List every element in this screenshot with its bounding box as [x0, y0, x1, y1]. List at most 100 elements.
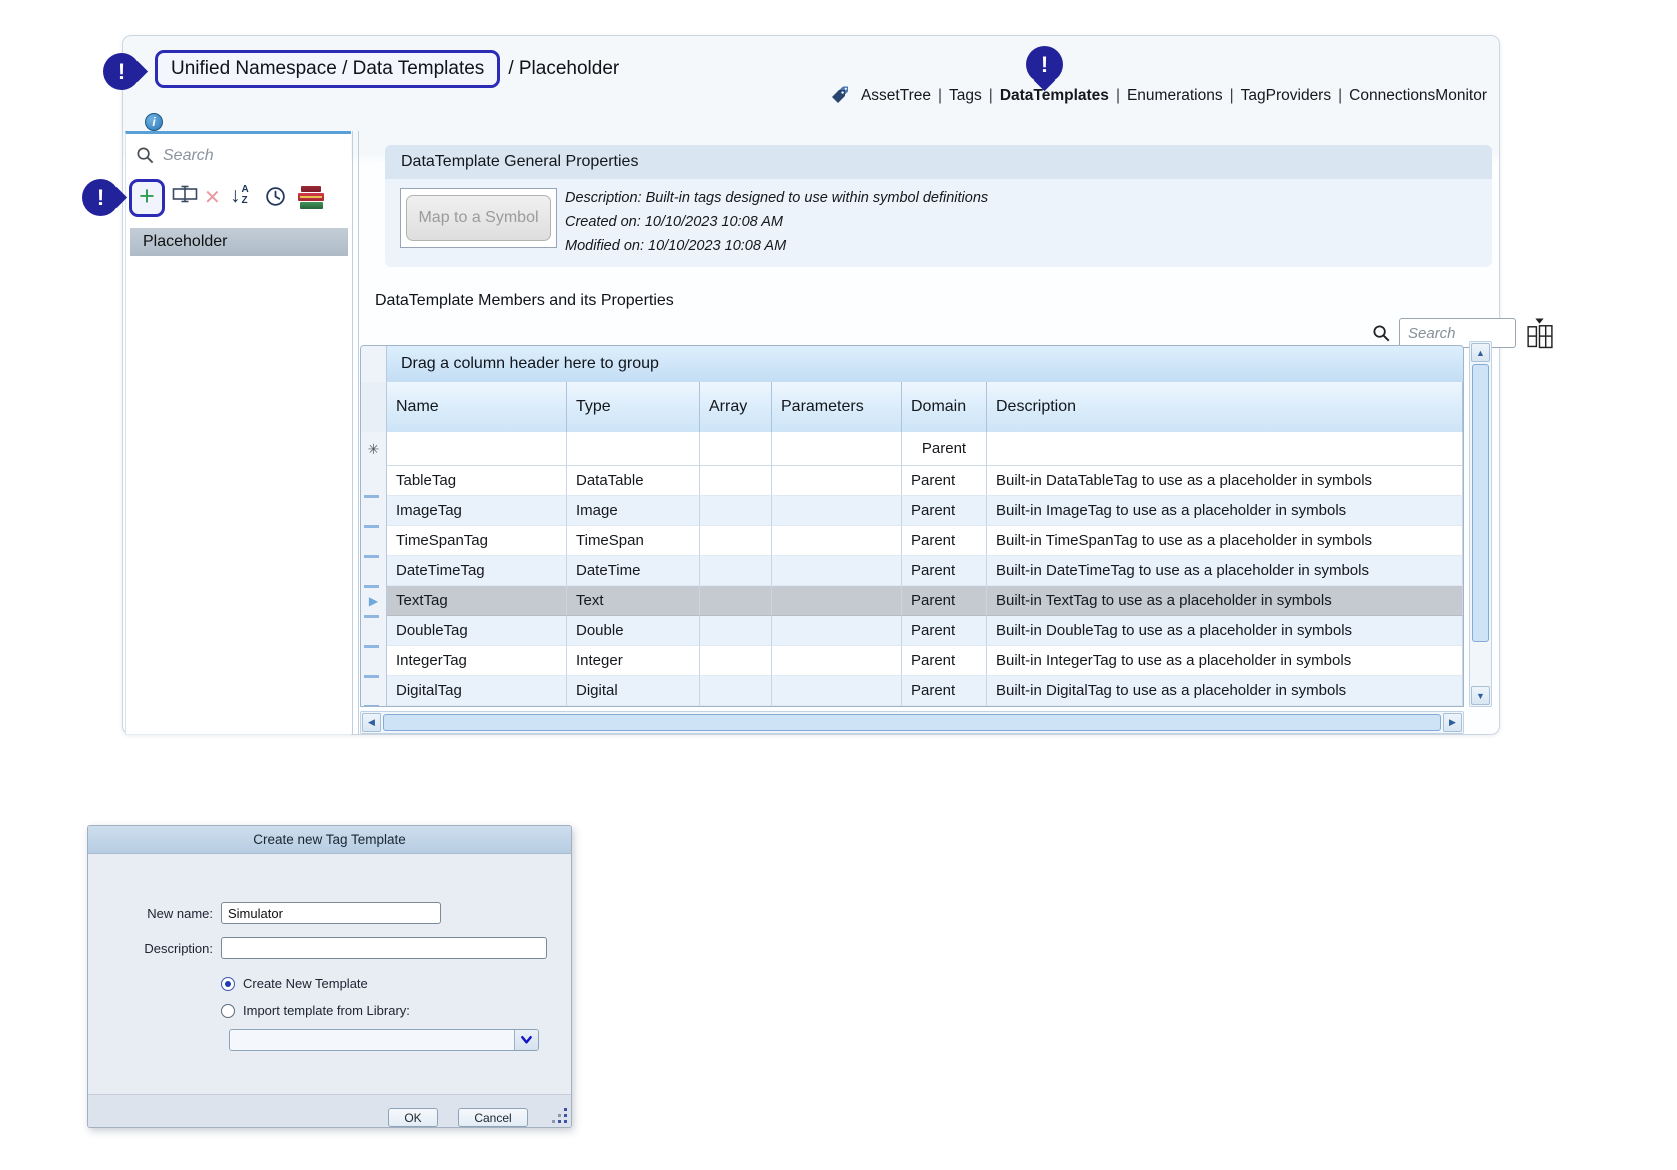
cell-name[interactable]: TableTag	[387, 466, 567, 496]
ok-button[interactable]: OK	[388, 1108, 438, 1127]
cell-array[interactable]	[700, 496, 772, 526]
breadcrumb-highlight-box[interactable]: Unified Namespace / Data Templates	[155, 50, 500, 88]
cell-parameters[interactable]	[772, 496, 902, 526]
table-row-integertag[interactable]: IntegerTag Integer Parent Built-in Integ…	[361, 646, 1463, 676]
table-row-timespantag[interactable]: TimeSpanTag TimeSpan Parent Built-in Tim…	[361, 526, 1463, 556]
cell-array[interactable]	[700, 556, 772, 586]
col-header-name[interactable]: Name	[387, 382, 567, 432]
cell-type[interactable]: Integer	[567, 646, 700, 676]
members-search-input[interactable]	[1399, 318, 1516, 348]
cell-name[interactable]: TimeSpanTag	[387, 526, 567, 556]
vertical-scrollbar[interactable]: ▲ ▼	[1469, 341, 1492, 707]
cell-parameters[interactable]	[772, 676, 902, 706]
cell-name[interactable]: IntegerTag	[387, 646, 567, 676]
radio-import-from-library[interactable]: Import template from Library:	[221, 1003, 410, 1018]
cell-description[interactable]: Built-in DoubleTag to use as a placehold…	[987, 616, 1463, 646]
cell-parameters[interactable]	[772, 466, 902, 496]
cell-type[interactable]: Text	[567, 586, 700, 616]
nav-tagproviders[interactable]: TagProviders	[1241, 87, 1331, 105]
sort-button[interactable]: ↓ A Z	[230, 185, 249, 206]
cell-domain[interactable]: Parent	[902, 526, 987, 556]
cell-name[interactable]: DigitalTag	[387, 676, 567, 706]
col-header-type[interactable]: Type	[567, 382, 700, 432]
cell-name[interactable]	[387, 432, 567, 466]
new-name-input[interactable]	[221, 902, 441, 924]
nav-datatemplates[interactable]: DataTemplates	[1000, 87, 1109, 105]
radio-create-new-template[interactable]: Create New Template	[221, 976, 368, 991]
cell-domain[interactable]: Parent	[902, 466, 987, 496]
table-row-imagetag[interactable]: ImageTag Image Parent Built-in ImageTag …	[361, 496, 1463, 526]
rename-button[interactable]	[172, 185, 198, 203]
scroll-right-button[interactable]: ▶	[1443, 713, 1462, 732]
delete-button[interactable]: ✕	[204, 185, 221, 210]
cell-domain[interactable]: Parent	[902, 616, 987, 646]
cell-domain[interactable]: Parent	[902, 496, 987, 526]
cell-name[interactable]: TextTag	[387, 586, 567, 616]
cell-type[interactable]: DataTable	[567, 466, 700, 496]
cell-description[interactable]	[987, 432, 1463, 466]
map-to-symbol-button[interactable]: Map to a Symbol	[406, 195, 551, 241]
cell-domain[interactable]: Parent	[902, 556, 987, 586]
cell-parameters[interactable]	[772, 586, 902, 616]
cell-name[interactable]: ImageTag	[387, 496, 567, 526]
dropdown-button[interactable]	[514, 1030, 538, 1050]
cell-array[interactable]	[700, 586, 772, 616]
cell-description[interactable]: Built-in TextTag to use as a placeholder…	[987, 586, 1463, 616]
sidebar-splitter[interactable]	[352, 131, 359, 735]
horizontal-scroll-thumb[interactable]	[383, 714, 1441, 731]
cell-description[interactable]: Built-in DataTableTag to use as a placeh…	[987, 466, 1463, 496]
cancel-button[interactable]: Cancel	[458, 1108, 528, 1127]
add-template-button[interactable]: +	[129, 179, 165, 217]
archive-button[interactable]	[298, 186, 325, 209]
table-row-digitaltag[interactable]: DigitalTag Digital Parent Built-in Digit…	[361, 676, 1463, 706]
cell-parameters[interactable]	[772, 646, 902, 676]
history-button[interactable]	[264, 185, 287, 208]
cell-array[interactable]	[700, 646, 772, 676]
table-row-texttag-selected[interactable]: ▶ TextTag Text Parent Built-in TextTag t…	[361, 586, 1463, 616]
cell-description[interactable]: Built-in TimeSpanTag to use as a placeho…	[987, 526, 1463, 556]
cell-parameters[interactable]	[772, 526, 902, 556]
cell-description[interactable]: Built-in IntegerTag to use as a placehol…	[987, 646, 1463, 676]
cell-parameters[interactable]	[772, 556, 902, 586]
group-by-hint[interactable]: Drag a column header here to group	[387, 346, 1463, 382]
cell-array[interactable]	[700, 526, 772, 556]
horizontal-scrollbar[interactable]: ◀ ▶	[360, 711, 1464, 734]
cell-domain[interactable]: Parent	[902, 432, 987, 466]
sidebar-search-input[interactable]	[163, 147, 333, 165]
cell-description[interactable]: Built-in ImageTag to use as a placeholde…	[987, 496, 1463, 526]
column-chooser-icon[interactable]	[1524, 315, 1555, 351]
cell-domain[interactable]: Parent	[902, 646, 987, 676]
cell-type[interactable]: Digital	[567, 676, 700, 706]
cell-name[interactable]: DoubleTag	[387, 616, 567, 646]
cell-parameters[interactable]	[772, 616, 902, 646]
library-template-dropdown[interactable]	[229, 1029, 539, 1051]
col-header-parameters[interactable]: Parameters	[772, 382, 902, 432]
cell-parameters[interactable]	[772, 432, 902, 466]
col-header-domain[interactable]: Domain	[902, 382, 987, 432]
cell-type[interactable]: TimeSpan	[567, 526, 700, 556]
cell-description[interactable]: Built-in DigitalTag to use as a placehol…	[987, 676, 1463, 706]
cell-type[interactable]: Double	[567, 616, 700, 646]
cell-array[interactable]	[700, 616, 772, 646]
resize-grip[interactable]	[551, 1107, 569, 1125]
cell-array[interactable]	[700, 432, 772, 466]
scroll-up-button[interactable]: ▲	[1471, 343, 1490, 362]
table-row-doubletag[interactable]: DoubleTag Double Parent Built-in DoubleT…	[361, 616, 1463, 646]
table-row-datetimetag[interactable]: DateTimeTag DateTime Parent Built-in Dat…	[361, 556, 1463, 586]
nav-tags[interactable]: Tags	[949, 87, 982, 105]
dialog-description-input[interactable]	[221, 937, 547, 959]
col-header-array[interactable]: Array	[700, 382, 772, 432]
table-row-tabletag[interactable]: TableTag DataTable Parent Built-in DataT…	[361, 466, 1463, 496]
cell-domain[interactable]: Parent	[902, 676, 987, 706]
scroll-left-button[interactable]: ◀	[362, 713, 381, 732]
cell-array[interactable]	[700, 676, 772, 706]
cell-type[interactable]: Image	[567, 496, 700, 526]
radio-unselected-icon[interactable]	[221, 1004, 235, 1018]
cell-array[interactable]	[700, 466, 772, 496]
new-row[interactable]: ✳ Parent	[361, 432, 1463, 466]
cell-domain[interactable]: Parent	[902, 586, 987, 616]
radio-selected-icon[interactable]	[221, 977, 235, 991]
vertical-scroll-thumb[interactable]	[1472, 364, 1489, 642]
cell-name[interactable]: DateTimeTag	[387, 556, 567, 586]
cell-description[interactable]: Built-in DateTimeTag to use as a placeho…	[987, 556, 1463, 586]
